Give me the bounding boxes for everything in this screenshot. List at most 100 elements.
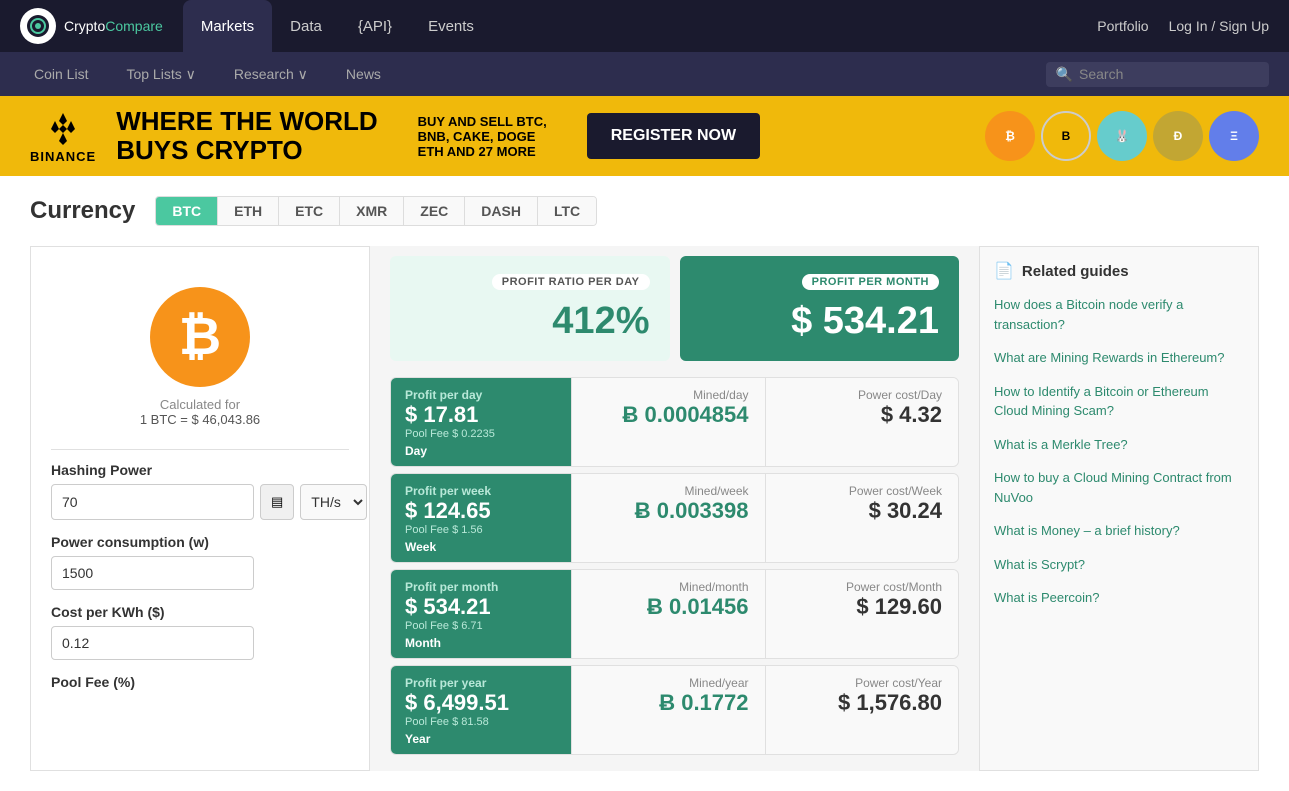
profit-row-week: Profit per week $ 124.65 Pool Fee $ 1.56… xyxy=(390,473,959,563)
power-label: Power cost/Year xyxy=(855,676,942,690)
mined-value: Ƀ 0.0004854 xyxy=(623,402,749,428)
related-guide-link[interactable]: What is Scrypt? xyxy=(994,555,1244,575)
binance-icon xyxy=(43,109,83,149)
logo-crypto-text: Crypto xyxy=(64,18,105,34)
power-label: Power cost/Month xyxy=(846,580,942,594)
sec-nav-research[interactable]: Research ∨ xyxy=(220,52,322,96)
btc-coin-icon: ₿ xyxy=(985,111,1035,161)
period-pool-fee: Pool Fee $ 81.58 xyxy=(405,716,557,728)
related-guide-link[interactable]: How to Identify a Bitcoin or Ethereum Cl… xyxy=(994,382,1244,421)
results-panel: PROFIT RATIO PER DAY 412% PROFIT PER MON… xyxy=(390,246,959,771)
hashing-power-input[interactable] xyxy=(51,484,254,520)
profit-month-label: PROFIT PER MONTH xyxy=(802,274,939,290)
mined-value: Ƀ 0.1772 xyxy=(659,690,748,716)
register-now-button[interactable]: REGISTER NOW xyxy=(587,113,760,159)
power-value: $ 4.32 xyxy=(881,402,942,428)
pool-fee-label: Pool Fee (%) xyxy=(51,674,349,690)
profit-month-value: $ 534.21 xyxy=(791,300,939,343)
tab-eth[interactable]: ETH xyxy=(218,197,279,225)
nav-tab-markets[interactable]: Markets xyxy=(183,0,272,52)
mined-cell: Mined/year Ƀ 0.1772 xyxy=(571,666,765,754)
profit-summary: PROFIT RATIO PER DAY 412% PROFIT PER MON… xyxy=(390,256,959,361)
power-value: $ 1,576.80 xyxy=(838,690,942,716)
tab-xmr[interactable]: XMR xyxy=(340,197,404,225)
profit-ratio-value: 412% xyxy=(552,300,649,343)
row-period-cell: Profit per day $ 17.81 Pool Fee $ 0.2235… xyxy=(391,378,571,466)
period-pool-fee: Pool Fee $ 1.56 xyxy=(405,524,557,536)
related-guide-link[interactable]: How to buy a Cloud Mining Contract from … xyxy=(994,468,1244,507)
tab-btc[interactable]: BTC xyxy=(156,197,218,225)
calculator-panel: ₿ Calculated for 1 BTC = $ 46,043.86 Has… xyxy=(30,246,370,771)
binance-brand-text: BINANCE xyxy=(30,149,96,164)
nav-tab-events[interactable]: Events xyxy=(410,0,492,52)
cost-per-kwh-group: Cost per KWh ($) xyxy=(51,604,349,660)
sec-nav-coinlist[interactable]: Coin List xyxy=(20,52,102,96)
row-period-cell: Profit per year $ 6,499.51 Pool Fee $ 81… xyxy=(391,666,571,754)
mined-label: Mined/month xyxy=(679,580,748,594)
secondary-navigation: Coin List Top Lists ∨ Research ∨ News 🔍 xyxy=(0,52,1289,96)
row-period-cell: Profit per week $ 124.65 Pool Fee $ 1.56… xyxy=(391,474,571,562)
hashing-power-group: Hashing Power ▤ TH/s GH/s MH/s xyxy=(51,462,349,520)
tab-ltc[interactable]: LTC xyxy=(538,197,596,225)
period-profit-value: $ 17.81 xyxy=(405,402,557,428)
calculated-for-label: Calculated for xyxy=(160,397,240,412)
mined-label: Mined/week xyxy=(684,484,748,498)
document-icon: 📄 xyxy=(994,261,1014,281)
doge-coin-icon: Ð xyxy=(1153,111,1203,161)
mined-value: Ƀ 0.01456 xyxy=(647,594,749,620)
hash-unit-button[interactable]: ▤ xyxy=(260,484,294,520)
banner-coins: ₿ B 🐰 Ð Ξ xyxy=(985,111,1259,161)
related-guides-title: Related guides xyxy=(1022,263,1129,280)
currency-header: Currency BTC ETH ETC XMR ZEC DASH LTC xyxy=(30,196,1259,226)
sec-nav-toplists[interactable]: Top Lists ∨ xyxy=(112,52,209,96)
profit-row-year: Profit per year $ 6,499.51 Pool Fee $ 81… xyxy=(390,665,959,755)
power-value: $ 129.60 xyxy=(856,594,942,620)
period-profit-label: Profit per year xyxy=(405,676,557,690)
top-navigation: CryptoCompare Markets Data {API} Events … xyxy=(0,0,1289,52)
tab-etc[interactable]: ETC xyxy=(279,197,340,225)
profit-rows: Profit per day $ 17.81 Pool Fee $ 0.2235… xyxy=(390,377,959,761)
related-guide-link[interactable]: What are Mining Rewards in Ethereum? xyxy=(994,348,1244,368)
login-signup-link[interactable]: Log In / Sign Up xyxy=(1169,18,1269,34)
main-layout: ₿ Calculated for 1 BTC = $ 46,043.86 Has… xyxy=(30,246,1259,771)
power-consumption-input[interactable] xyxy=(51,556,254,590)
power-cost-cell: Power cost/Day $ 4.32 xyxy=(765,378,959,466)
related-links: How does a Bitcoin node verify a transac… xyxy=(994,295,1244,608)
period-pool-fee: Pool Fee $ 6.71 xyxy=(405,620,557,632)
page-title: Currency xyxy=(30,197,135,225)
nav-tab-api[interactable]: {API} xyxy=(340,0,410,52)
btc-logo: ₿ xyxy=(150,287,250,387)
cost-per-kwh-label: Cost per KWh ($) xyxy=(51,604,349,620)
tab-zec[interactable]: ZEC xyxy=(404,197,465,225)
power-consumption-label: Power consumption (w) xyxy=(51,534,349,550)
power-consumption-group: Power consumption (w) xyxy=(51,534,349,590)
page-content: Currency BTC ETH ETC XMR ZEC DASH LTC ₿ … xyxy=(0,176,1289,791)
cost-per-kwh-input[interactable] xyxy=(51,626,254,660)
sec-nav-news[interactable]: News xyxy=(332,52,395,96)
period-pool-fee: Pool Fee $ 0.2235 xyxy=(405,428,557,440)
cake-coin-icon: 🐰 xyxy=(1097,111,1147,161)
related-guide-link[interactable]: How does a Bitcoin node verify a transac… xyxy=(994,295,1244,334)
related-guide-link[interactable]: What is a Merkle Tree? xyxy=(994,435,1244,455)
related-guide-link[interactable]: What is Money – a brief history? xyxy=(994,521,1244,541)
period-badge: Week xyxy=(405,540,557,554)
banner-headline: WHERE THE WORLD BUYS CRYPTO xyxy=(116,107,377,164)
related-guide-link[interactable]: What is Peercoin? xyxy=(994,588,1244,608)
mined-value: Ƀ 0.003398 xyxy=(635,498,749,524)
power-cost-cell: Power cost/Week $ 30.24 xyxy=(765,474,959,562)
portfolio-link[interactable]: Portfolio xyxy=(1097,18,1148,34)
banner: BINANCE WHERE THE WORLD BUYS CRYPTO BUY … xyxy=(0,96,1289,176)
nav-tab-data[interactable]: Data xyxy=(272,0,340,52)
period-badge: Day xyxy=(405,444,557,458)
related-guides-header: 📄 Related guides xyxy=(994,261,1244,281)
tab-dash[interactable]: DASH xyxy=(465,197,538,225)
period-profit-value: $ 124.65 xyxy=(405,498,557,524)
logo[interactable]: CryptoCompare xyxy=(20,8,163,44)
hash-unit-select[interactable]: TH/s GH/s MH/s xyxy=(300,484,367,520)
period-badge: Year xyxy=(405,732,557,746)
profit-per-month-box: PROFIT PER MONTH $ 534.21 xyxy=(680,256,960,361)
search-input[interactable] xyxy=(1079,66,1259,82)
profit-row-month: Profit per month $ 534.21 Pool Fee $ 6.7… xyxy=(390,569,959,659)
mined-label: Mined/day xyxy=(693,388,748,402)
period-profit-label: Profit per week xyxy=(405,484,557,498)
